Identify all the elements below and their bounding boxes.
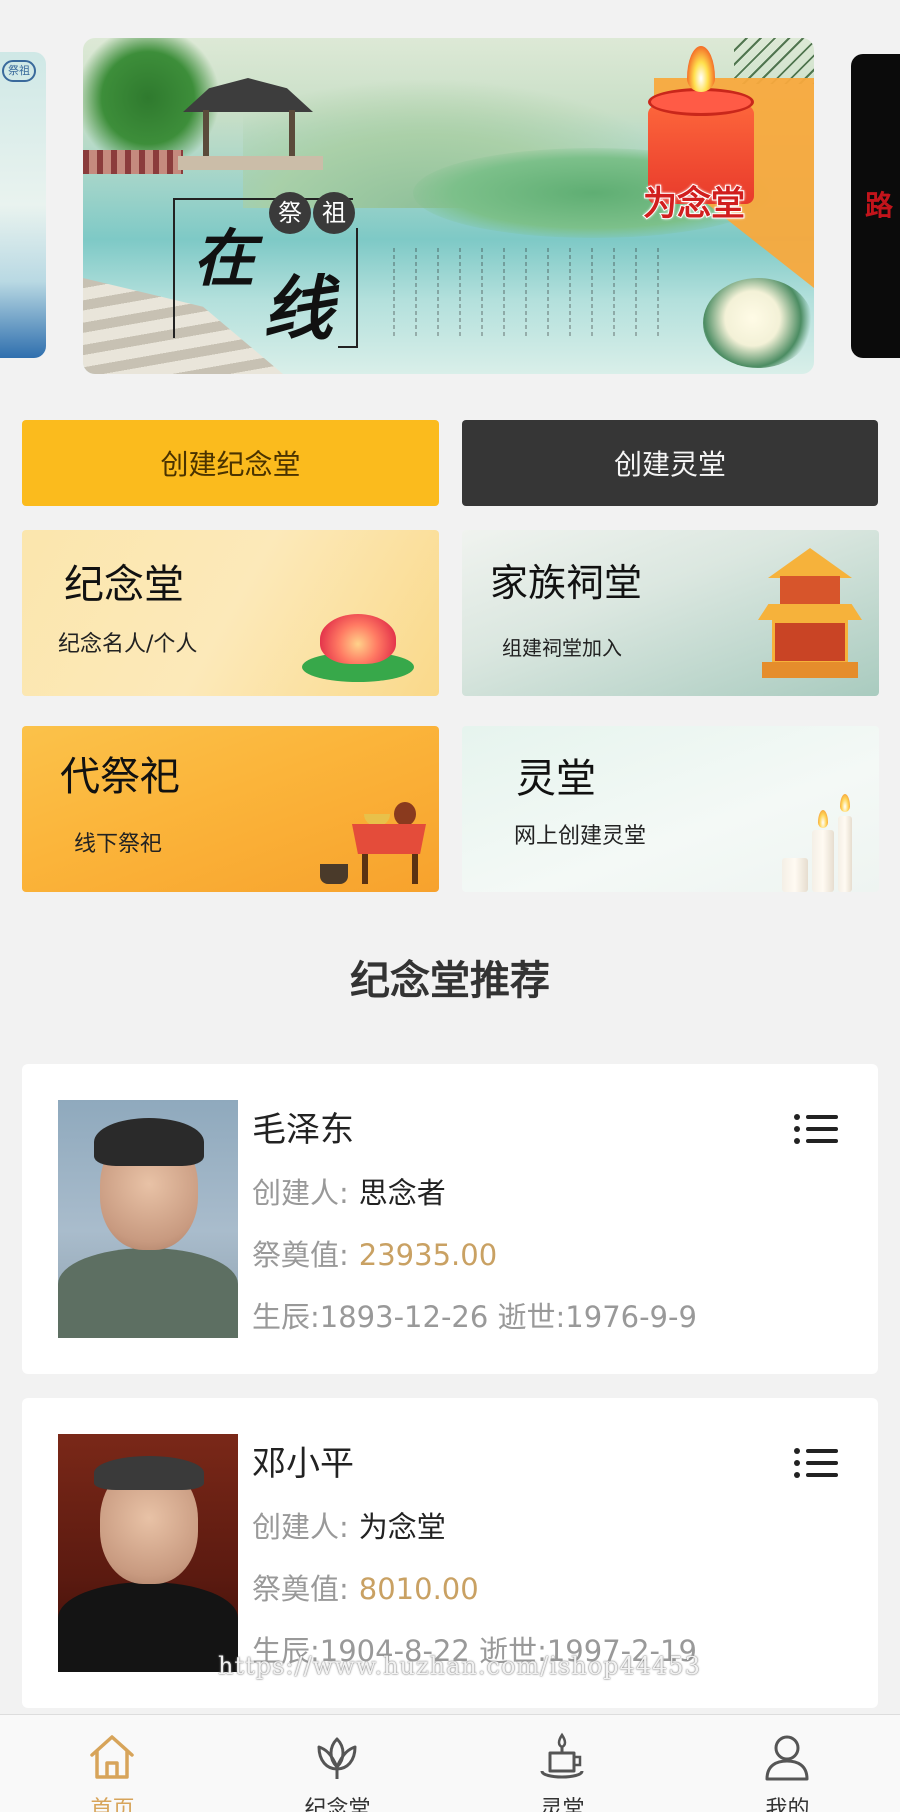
feature-card-title: 纪念堂 xyxy=(64,562,184,608)
memorial-name: 毛泽东 xyxy=(252,1110,354,1150)
memorial-offering-row: 祭奠值: 23935.00 xyxy=(252,1232,497,1274)
candles-icon xyxy=(774,792,874,892)
pagoda-icon xyxy=(758,542,862,692)
feature-card-subtitle: 线下祭祀 xyxy=(74,832,163,857)
banner-poem-text xyxy=(383,248,663,338)
feature-card-proxy-worship[interactable]: 代祭祀 线下祭祀 xyxy=(22,726,439,892)
banner-slide-prev[interactable]: 祭祖 xyxy=(0,52,46,358)
banner-seal-1: 祭 xyxy=(269,192,311,234)
offering-label: 祭奠值: xyxy=(252,1572,349,1606)
banner-seal-2: 祖 xyxy=(313,192,355,234)
creator-value: 为念堂 xyxy=(358,1510,446,1544)
banner-slide-next[interactable]: 路 xyxy=(851,54,900,358)
banner-calligraphy-2: 线 xyxy=(263,267,333,350)
altar-icon xyxy=(318,800,428,890)
memorial-dates: 生辰:1893-12-26 逝世:1976-9-9 xyxy=(252,1300,697,1334)
feature-card-family-shrine[interactable]: 家族祠堂 组建祠堂加入 xyxy=(462,530,879,696)
bottom-tab-bar: 首页 纪念堂 灵堂 我的 xyxy=(0,1714,900,1812)
offering-value: 23935.00 xyxy=(358,1238,498,1272)
banner-slide-next-text: 路 xyxy=(865,189,894,222)
memorial-offering-row: 祭奠值: 8010.00 xyxy=(252,1566,479,1608)
tab-profile[interactable]: 我的 xyxy=(675,1715,900,1812)
candle-icon xyxy=(540,1732,584,1779)
creator-label: 创建人: xyxy=(252,1176,349,1210)
tab-label: 我的 xyxy=(765,1797,810,1812)
banner-flame-icon xyxy=(687,46,715,92)
banner-railing xyxy=(83,150,183,174)
watermark-text: https://www.huzhan.com/ishop44453 xyxy=(218,1652,701,1680)
feature-card-spirit-hall[interactable]: 灵堂 网上创建灵堂 xyxy=(462,726,879,892)
tab-label: 灵堂 xyxy=(540,1797,585,1812)
banner-slide-prev-tag: 祭祖 xyxy=(2,60,36,82)
create-spirit-hall-button[interactable]: 创建灵堂 xyxy=(462,420,878,506)
memorial-creator-row: 创建人: 思念者 xyxy=(252,1170,446,1212)
memorial-portrait xyxy=(58,1100,238,1338)
tab-home[interactable]: 首页 xyxy=(0,1715,225,1812)
memorial-creator-row: 创建人: 为念堂 xyxy=(252,1504,446,1546)
feature-card-title: 家族祠堂 xyxy=(490,561,643,605)
lotus-icon xyxy=(317,1737,357,1779)
memorial-portrait xyxy=(58,1434,238,1672)
feature-card-title: 代祭祀 xyxy=(60,754,180,800)
feature-card-memorial[interactable]: 纪念堂 纪念名人/个人 xyxy=(22,530,439,696)
banner-lotus-flower xyxy=(703,278,813,368)
creator-value: 思念者 xyxy=(358,1176,446,1210)
banner-title-frame-end xyxy=(338,228,358,348)
creator-label: 创建人: xyxy=(252,1510,349,1544)
tab-spirit-hall[interactable]: 灵堂 xyxy=(450,1715,675,1812)
tab-memorial[interactable]: 纪念堂 xyxy=(225,1715,450,1812)
section-title-recommend: 纪念堂推荐 xyxy=(350,958,550,1004)
feature-card-subtitle: 组建祠堂加入 xyxy=(502,636,622,660)
create-memorial-button[interactable]: 创建纪念堂 xyxy=(22,420,439,506)
feature-card-subtitle: 纪念名人/个人 xyxy=(58,632,198,657)
offering-label: 祭奠值: xyxy=(252,1238,349,1272)
banner-calligraphy-1: 在 xyxy=(193,222,256,295)
banner-bamboo xyxy=(734,38,814,84)
feature-card-subtitle: 网上创建灵堂 xyxy=(514,824,647,849)
lotus-icon xyxy=(302,608,414,682)
memorial-list-item[interactable]: 毛泽东 创建人: 思念者 祭奠值: 23935.00 生辰:1893-12-26 逝… xyxy=(22,1064,878,1374)
banner-brand-logo: 为念堂 xyxy=(642,183,746,225)
user-icon xyxy=(765,1735,809,1781)
feature-card-title: 灵堂 xyxy=(516,756,596,802)
tab-label: 纪念堂 xyxy=(304,1797,371,1812)
banner-slide-current[interactable]: 在 线 祭 祖 为念堂 xyxy=(83,38,814,374)
memorial-name: 邓小平 xyxy=(252,1444,354,1484)
banner-carousel[interactable]: 祭祖 在 线 祭 祖 为念堂 路 xyxy=(0,0,900,400)
list-menu-icon[interactable] xyxy=(794,1112,838,1146)
offering-value: 8010.00 xyxy=(358,1572,479,1606)
banner-pavilion xyxy=(203,110,295,160)
tab-label: 首页 xyxy=(90,1797,135,1812)
list-menu-icon[interactable] xyxy=(794,1446,838,1480)
banner-pavilion-base xyxy=(178,156,323,170)
banner-candle-top xyxy=(648,88,754,116)
home-icon xyxy=(90,1735,134,1779)
